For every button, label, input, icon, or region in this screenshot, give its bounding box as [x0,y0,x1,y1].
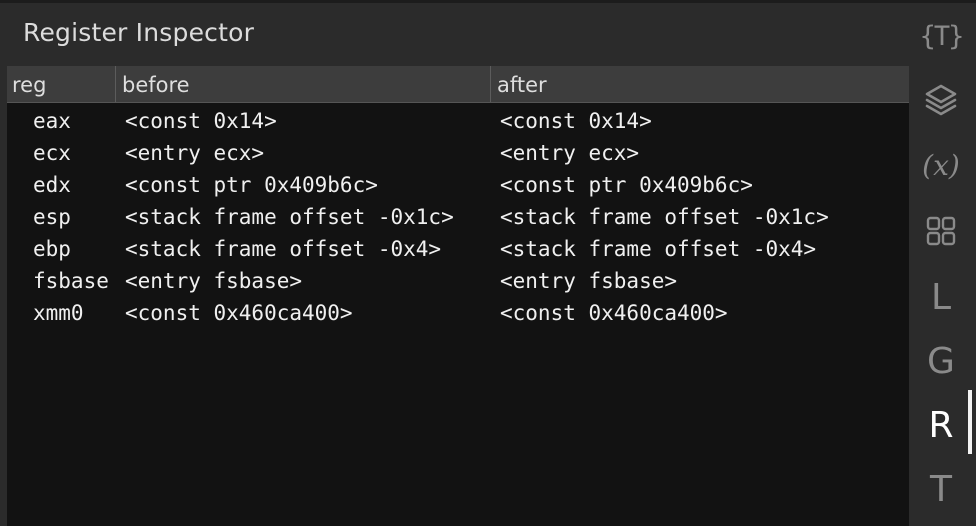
letter-g-icon[interactable]: G [910,341,972,382]
top-border [0,0,976,3]
before-cell: <stack frame offset -0x4> [125,237,442,261]
letter-l-icon[interactable]: L [910,277,972,318]
reg-cell: eax [33,109,71,133]
panel-title: Register Inspector [23,18,255,47]
table-row[interactable]: fsbase <entry fsbase> <entry fsbase> [7,265,909,297]
sidebar: {T} (x) L G R T [910,3,976,526]
grid-icon[interactable] [910,215,972,251]
variables-icon[interactable]: (x) [910,149,972,182]
reg-cell: edx [33,173,71,197]
before-cell: <const ptr 0x409b6c> [125,173,378,197]
after-cell: <stack frame offset -0x4> [500,237,817,261]
table-row[interactable]: edx <const ptr 0x409b6c> <const ptr 0x40… [7,169,909,201]
after-cell: <const ptr 0x409b6c> [500,173,753,197]
column-header-after[interactable]: after [491,66,909,102]
table-row[interactable]: esp <stack frame offset -0x1c> <stack fr… [7,201,909,233]
table-row[interactable]: xmm0 <const 0x460ca400> <const 0x460ca40… [7,297,909,329]
after-cell: <entry fsbase> [500,269,678,293]
type-braces-icon[interactable]: {T} [910,21,972,52]
layers-icon[interactable] [910,81,972,121]
table-row[interactable]: ecx <entry ecx> <entry ecx> [7,137,909,169]
table-row[interactable]: ebp <stack frame offset -0x4> <stack fra… [7,233,909,265]
column-header-reg[interactable]: reg [7,66,115,102]
after-cell: <stack frame offset -0x1c> [500,205,829,229]
register-table: reg before after eax <const 0x14> <const… [7,66,909,526]
reg-cell: esp [33,205,71,229]
before-cell: <stack frame offset -0x1c> [125,205,454,229]
letter-t-icon[interactable]: T [910,469,972,510]
column-header-before[interactable]: before [116,66,490,102]
after-cell: <const 0x460ca400> [500,301,728,325]
reg-cell: xmm0 [33,301,84,325]
before-cell: <entry ecx> [125,141,265,165]
active-tab-indicator [968,390,972,454]
after-cell: <const 0x14> [500,109,652,133]
table-row[interactable]: eax <const 0x14> <const 0x14> [7,105,909,137]
reg-cell: fsbase [33,269,109,293]
after-cell: <entry ecx> [500,141,640,165]
table-header: reg before after [7,66,909,103]
reg-cell: ebp [33,237,71,261]
before-cell: <const 0x460ca400> [125,301,353,325]
before-cell: <const 0x14> [125,109,277,133]
before-cell: <entry fsbase> [125,269,303,293]
reg-cell: ecx [33,141,71,165]
letter-r-icon[interactable]: R [910,405,972,446]
